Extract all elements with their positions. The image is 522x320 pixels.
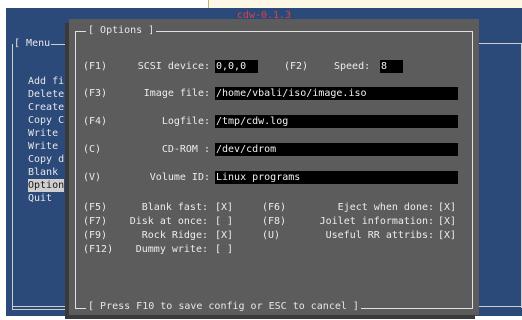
dialog-frame: [ Options ] (F1) SCSI device: 0,0,0 (F2)… <box>75 25 473 313</box>
disk-at-once-label: Disk at once: <box>129 216 208 227</box>
eject-when-done-label: Eject when done: <box>337 202 434 213</box>
volume-id-key: (V) <box>83 172 102 183</box>
useful-rr-checkbox[interactable]: [X] <box>438 229 456 242</box>
joliet-info-checkbox[interactable]: [X] <box>438 215 456 228</box>
speed-label: Speed: <box>334 61 371 72</box>
menu-item-create[interactable]: Create <box>28 101 64 114</box>
useful-rr-key: (U) <box>262 230 281 241</box>
useful-rr-label: Useful RR attribs: <box>325 230 434 241</box>
options-dialog: [ Options ] (F1) SCSI device: 0,0,0 (F2)… <box>69 19 479 315</box>
dialog-title: [ Options ] <box>86 25 157 37</box>
menu-title: [ Menu <box>13 38 52 50</box>
disk-at-once-key: (F7) <box>83 216 108 227</box>
eject-when-done-checkbox[interactable]: [X] <box>438 201 456 214</box>
rock-ridge-key: (F9) <box>83 230 108 241</box>
volume-id-label: Volume ID: <box>149 172 210 183</box>
menu-item-write-1[interactable]: Write <box>28 127 64 140</box>
joliet-info-key: (F8) <box>262 216 287 227</box>
menu-item-delete[interactable]: Delete <box>28 88 64 101</box>
disk-at-once-checkbox[interactable]: [ ] <box>215 215 233 228</box>
menu-item-add-files[interactable]: Add fi <box>28 75 64 88</box>
rock-ridge-checkbox[interactable]: [X] <box>215 229 233 242</box>
eject-when-done-key: (F6) <box>262 202 287 213</box>
menu-title-text: Menu <box>26 38 51 49</box>
blank-fast-key: (F5) <box>83 202 108 213</box>
menu-item-options[interactable]: Option <box>28 179 65 192</box>
joliet-info-label: Joilet information: <box>319 216 434 227</box>
scsi-label: SCSI device: <box>137 61 210 72</box>
cdrom-key: (C) <box>83 144 102 155</box>
dummy-write-label: Dummy write: <box>135 244 208 255</box>
cdrom-input[interactable]: /dev/cdrom <box>215 143 458 156</box>
menu-list: Add fi Delete Create Copy C Write Write … <box>28 75 65 205</box>
menu-item-blank[interactable]: Blank <box>28 166 64 179</box>
rock-ridge-label: Rock Ridge: <box>141 230 208 241</box>
frame-line <box>476 43 522 44</box>
speed-key: (F2) <box>284 61 309 72</box>
blank-fast-label: Blank fast: <box>141 202 208 213</box>
volume-id-input[interactable]: Linux programs <box>215 171 458 184</box>
image-file-input[interactable]: /home/vbali/iso/image.iso <box>215 87 458 100</box>
cdrom-label: CD-ROM : <box>161 144 210 155</box>
logfile-key: (F4) <box>83 116 108 127</box>
dummy-write-checkbox[interactable]: [ ] <box>215 243 233 256</box>
speed-input[interactable]: 8 <box>380 60 403 73</box>
menu-item-copy-cd[interactable]: Copy C <box>28 114 64 127</box>
image-file-label: Image file: <box>143 88 210 99</box>
scsi-key: (F1) <box>83 61 108 72</box>
dialog-footer: [ Press F10 to save config or ESC to can… <box>86 301 361 313</box>
menu-item-write-2[interactable]: Write <box>28 140 64 153</box>
logfile-label: Logfile: <box>161 116 210 127</box>
dialog-title-text: Options <box>100 25 143 36</box>
dialog-footer-text: Press F10 to save config or ESC to cance… <box>100 301 347 312</box>
image-file-key: (F3) <box>83 88 108 99</box>
logfile-input[interactable]: /tmp/cdw.log <box>215 115 458 128</box>
menu-item-copy-data[interactable]: Copy d <box>28 153 64 166</box>
menu-item-quit[interactable]: Quit <box>28 192 64 205</box>
scsi-device-input[interactable]: 0,0,0 <box>215 60 258 73</box>
blank-fast-checkbox[interactable]: [X] <box>215 201 233 214</box>
